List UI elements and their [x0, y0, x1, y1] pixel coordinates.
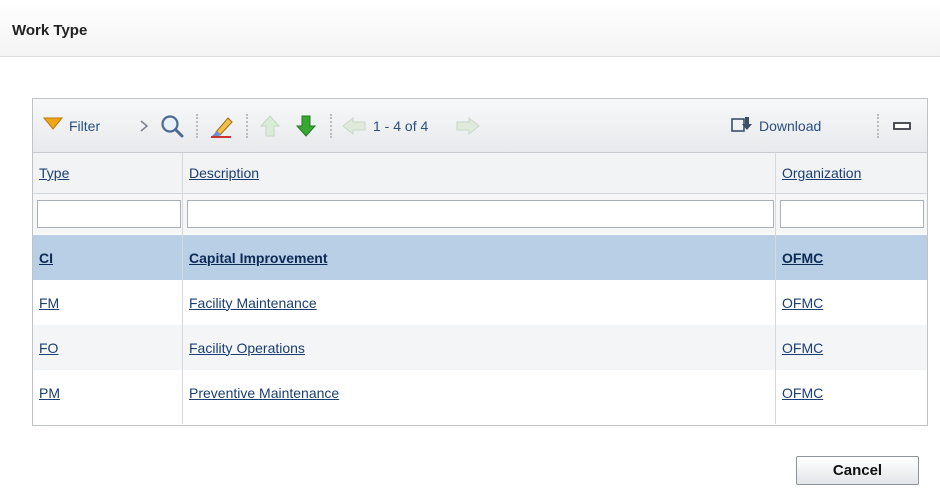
description-cell[interactable]: Capital Improvement: [183, 235, 775, 280]
filter-toggle[interactable]: Filter: [42, 99, 101, 152]
download-label: Download: [759, 117, 822, 134]
filter-label: Filter: [69, 117, 101, 134]
chevron-right-icon[interactable]: [139, 99, 149, 152]
work-type-panel: Filter 1 - 4 of 4 Download Type Descript…: [32, 98, 928, 426]
table-row[interactable]: CI Capital Improvement OFMC: [33, 235, 927, 280]
clear-filter-icon[interactable]: [209, 99, 235, 152]
dialog-header: Work Type: [0, 0, 940, 57]
column-header-description[interactable]: Description: [183, 153, 775, 193]
toolbar-separator: [246, 114, 248, 138]
cancel-button[interactable]: Cancel: [796, 456, 919, 485]
move-up-icon[interactable]: [259, 99, 281, 152]
table-row[interactable]: PM Preventive Maintenance OFMC: [33, 370, 927, 415]
download-icon: [731, 115, 753, 136]
type-cell[interactable]: CI: [33, 235, 182, 280]
move-down-icon[interactable]: [295, 99, 317, 152]
type-cell[interactable]: PM: [33, 370, 182, 415]
description-filter-input[interactable]: [187, 200, 774, 228]
table-row[interactable]: FO Facility Operations OFMC: [33, 325, 927, 370]
grid-header: Type Description Organization: [33, 153, 927, 194]
organization-cell[interactable]: OFMC: [776, 325, 927, 370]
column-divider: [182, 153, 183, 424]
type-cell[interactable]: FO: [33, 325, 182, 370]
column-divider: [775, 153, 776, 424]
organization-cell[interactable]: OFMC: [776, 235, 927, 280]
dialog-title: Work Type: [12, 22, 88, 39]
download-button[interactable]: Download: [731, 99, 821, 152]
description-cell[interactable]: Preventive Maintenance: [183, 370, 775, 415]
toolbar-separator: [877, 114, 879, 138]
previous-page-icon[interactable]: [341, 99, 367, 152]
type-cell[interactable]: FM: [33, 280, 182, 325]
filter-row: [33, 194, 927, 234]
organization-filter-input[interactable]: [780, 200, 924, 228]
description-cell[interactable]: Facility Operations: [183, 325, 775, 370]
next-page-icon[interactable]: [455, 99, 481, 152]
filter-triangle-icon: [42, 117, 64, 134]
toolbar: Filter 1 - 4 of 4 Download: [33, 99, 927, 153]
column-header-type[interactable]: Type: [33, 153, 182, 193]
column-header-organization[interactable]: Organization: [776, 153, 927, 193]
search-icon[interactable]: [159, 99, 185, 152]
organization-cell[interactable]: OFMC: [776, 280, 927, 325]
type-filter-input[interactable]: [37, 200, 181, 228]
table-row[interactable]: FM Facility Maintenance OFMC: [33, 280, 927, 325]
toolbar-separator: [196, 114, 198, 138]
description-cell[interactable]: Facility Maintenance: [183, 280, 775, 325]
toolbar-separator: [330, 114, 332, 138]
pagination-text: 1 - 4 of 4: [373, 117, 429, 134]
organization-cell[interactable]: OFMC: [776, 370, 927, 415]
minimize-icon[interactable]: [893, 99, 911, 152]
